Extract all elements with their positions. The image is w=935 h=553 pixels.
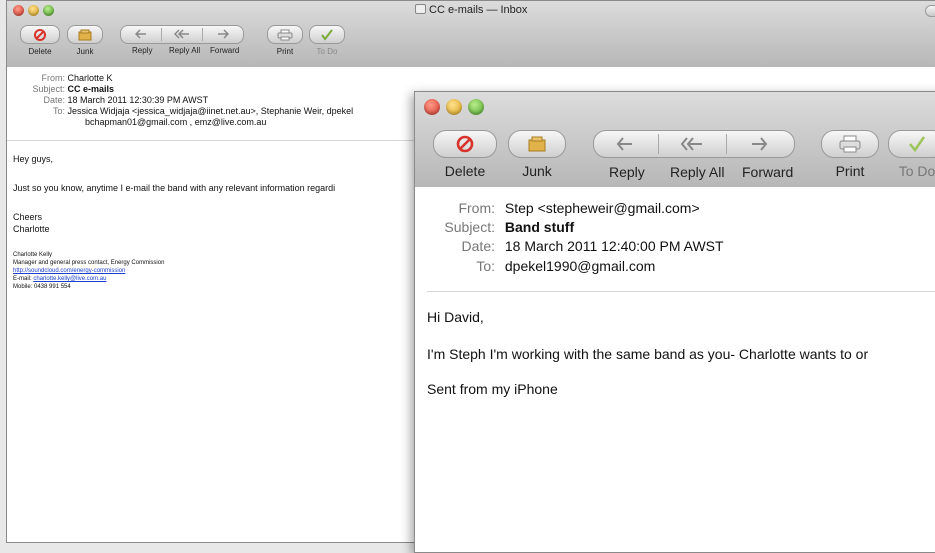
date-row: Date: 18 March 2011 12:30:39 PM AWST [7, 95, 208, 105]
reply-segmented-control [593, 130, 795, 158]
from-value[interactable]: Step <stepheweir@gmail.com> [505, 200, 700, 216]
delete-label: Delete [444, 163, 486, 179]
zoom-window-button[interactable] [468, 99, 484, 115]
delete-icon [34, 28, 46, 41]
subject-value: CC e-mails [67, 84, 115, 94]
window-title-text: CC e-mails — Inbox [429, 4, 528, 16]
print-button[interactable]: Print [818, 130, 882, 179]
to-label: To: [476, 258, 495, 274]
forward-button[interactable]: Forward [742, 164, 793, 180]
body-line-1: Just so you know, anytime I e-mail the b… [13, 183, 336, 193]
junk-icon [78, 29, 92, 40]
signoff-text: Cheers [13, 212, 43, 222]
greeting-text: Hi David, [427, 309, 484, 325]
from-row: From: Charlotte K [7, 73, 113, 83]
reply-all-button[interactable]: Reply All [670, 164, 724, 180]
minimize-window-button[interactable] [28, 5, 39, 16]
checkmark-icon [321, 28, 333, 41]
subject-label: Subject: [32, 84, 65, 94]
delete-button[interactable]: Delete [15, 25, 65, 56]
checkmark-icon [909, 136, 926, 153]
todo-label: To Do [316, 47, 338, 56]
window-title: CC e-mails — Inbox [415, 4, 527, 16]
print-label: Print [276, 47, 294, 56]
from-row: From: Step <stepheweir@gmail.com> [415, 200, 700, 216]
date-label: Date: [43, 95, 65, 105]
to-row: To: Jessica Widjaja <jessica_widjaja@iin… [7, 106, 353, 116]
print-button[interactable]: Print [265, 25, 305, 56]
reply-button[interactable]: Reply [609, 164, 645, 180]
subject-value: Band stuff [504, 219, 575, 235]
back-window-titlebar: CC e-mails — Inbox Delete Junk Reply Rep… [7, 1, 935, 67]
date-row: Date: 18 March 2011 12:40:00 PM AWST [415, 238, 724, 254]
from-label: From: [41, 73, 66, 83]
header-divider [427, 291, 935, 292]
toolbar-toggle-button[interactable] [925, 5, 935, 17]
mailbox-icon [415, 4, 426, 14]
front-window-titlebar: Delete Junk Reply Reply All Forward Prin… [415, 92, 935, 187]
to-value-line2[interactable]: bchapman01@gmail.com , emz@live.com.au [85, 117, 266, 127]
reply-all-arrow-icon [174, 29, 189, 39]
zoom-window-button[interactable] [43, 5, 54, 16]
junk-label: Junk [76, 47, 94, 56]
reply-all-button[interactable]: Reply All [169, 46, 200, 55]
subject-row: Subject: CC e-mails [7, 84, 114, 94]
to-label: To: [52, 106, 65, 116]
print-label: Print [835, 163, 865, 179]
subject-row: Subject: Band stuff [415, 219, 574, 235]
reply-arrow-icon [616, 137, 632, 151]
subject-label: Subject: [444, 219, 495, 235]
signature-email-row: E-mail: charlotte.kelly@live.com.au [13, 276, 106, 282]
todo-button[interactable]: To Do [885, 130, 935, 179]
from-label: From: [458, 200, 495, 216]
printer-icon [839, 135, 861, 153]
front-mail-window: Delete Junk Reply Reply All Forward Prin… [414, 91, 935, 553]
to-value-line1[interactable]: Jessica Widjaja <jessica_widjaja@iinet.n… [68, 106, 354, 116]
body-line-1: I'm Steph I'm working with the same band… [427, 346, 869, 362]
from-value[interactable]: Charlotte K [68, 73, 113, 83]
reply-arrow-icon [135, 29, 146, 39]
junk-label: Junk [522, 163, 552, 179]
printer-icon [277, 29, 293, 40]
reply-button[interactable]: Reply [132, 46, 152, 55]
to-value[interactable]: dpekel1990@gmail.com [505, 258, 655, 274]
minimize-window-button[interactable] [446, 99, 462, 115]
date-value: 18 March 2011 12:30:39 PM AWST [67, 95, 209, 105]
signature-mobile: Mobile: 0438 991 554 [13, 284, 71, 290]
date-value: 18 March 2011 12:40:00 PM AWST [504, 238, 724, 254]
to-row-continued: bchapman01@gmail.com , emz@live.com.au [85, 117, 266, 127]
signature-line: Sent from my iPhone [427, 381, 558, 397]
signature-email-link[interactable]: charlotte.kelly@live.com.au [33, 276, 106, 282]
reply-all-arrow-icon [680, 137, 702, 151]
junk-button[interactable]: Junk [65, 25, 105, 56]
signoff-name: Charlotte [13, 224, 50, 234]
forward-arrow-icon [218, 29, 229, 39]
signature-name: Charlotte Kelly [13, 252, 53, 258]
todo-button[interactable]: To Do [307, 25, 347, 56]
junk-icon [528, 136, 546, 152]
forward-arrow-icon [752, 137, 768, 151]
close-window-button[interactable] [13, 5, 24, 16]
signature-email-label: E-mail: [13, 276, 34, 282]
junk-button[interactable]: Junk [505, 130, 569, 179]
reply-segmented-control [120, 25, 244, 44]
signature-role: Manager and general press contact, Energ… [13, 260, 165, 266]
date-label: Date: [461, 238, 495, 254]
signature-website-link[interactable]: http://soundcloud.com/energy-commission [13, 268, 125, 274]
delete-button[interactable]: Delete [427, 130, 503, 179]
forward-button[interactable]: Forward [210, 46, 239, 55]
todo-label: To Do [898, 163, 935, 179]
delete-label: Delete [28, 47, 52, 56]
greeting-text: Hey guys, [13, 154, 54, 164]
delete-icon [456, 135, 474, 153]
to-row: To: dpekel1990@gmail.com [415, 258, 655, 274]
close-window-button[interactable] [424, 99, 440, 115]
